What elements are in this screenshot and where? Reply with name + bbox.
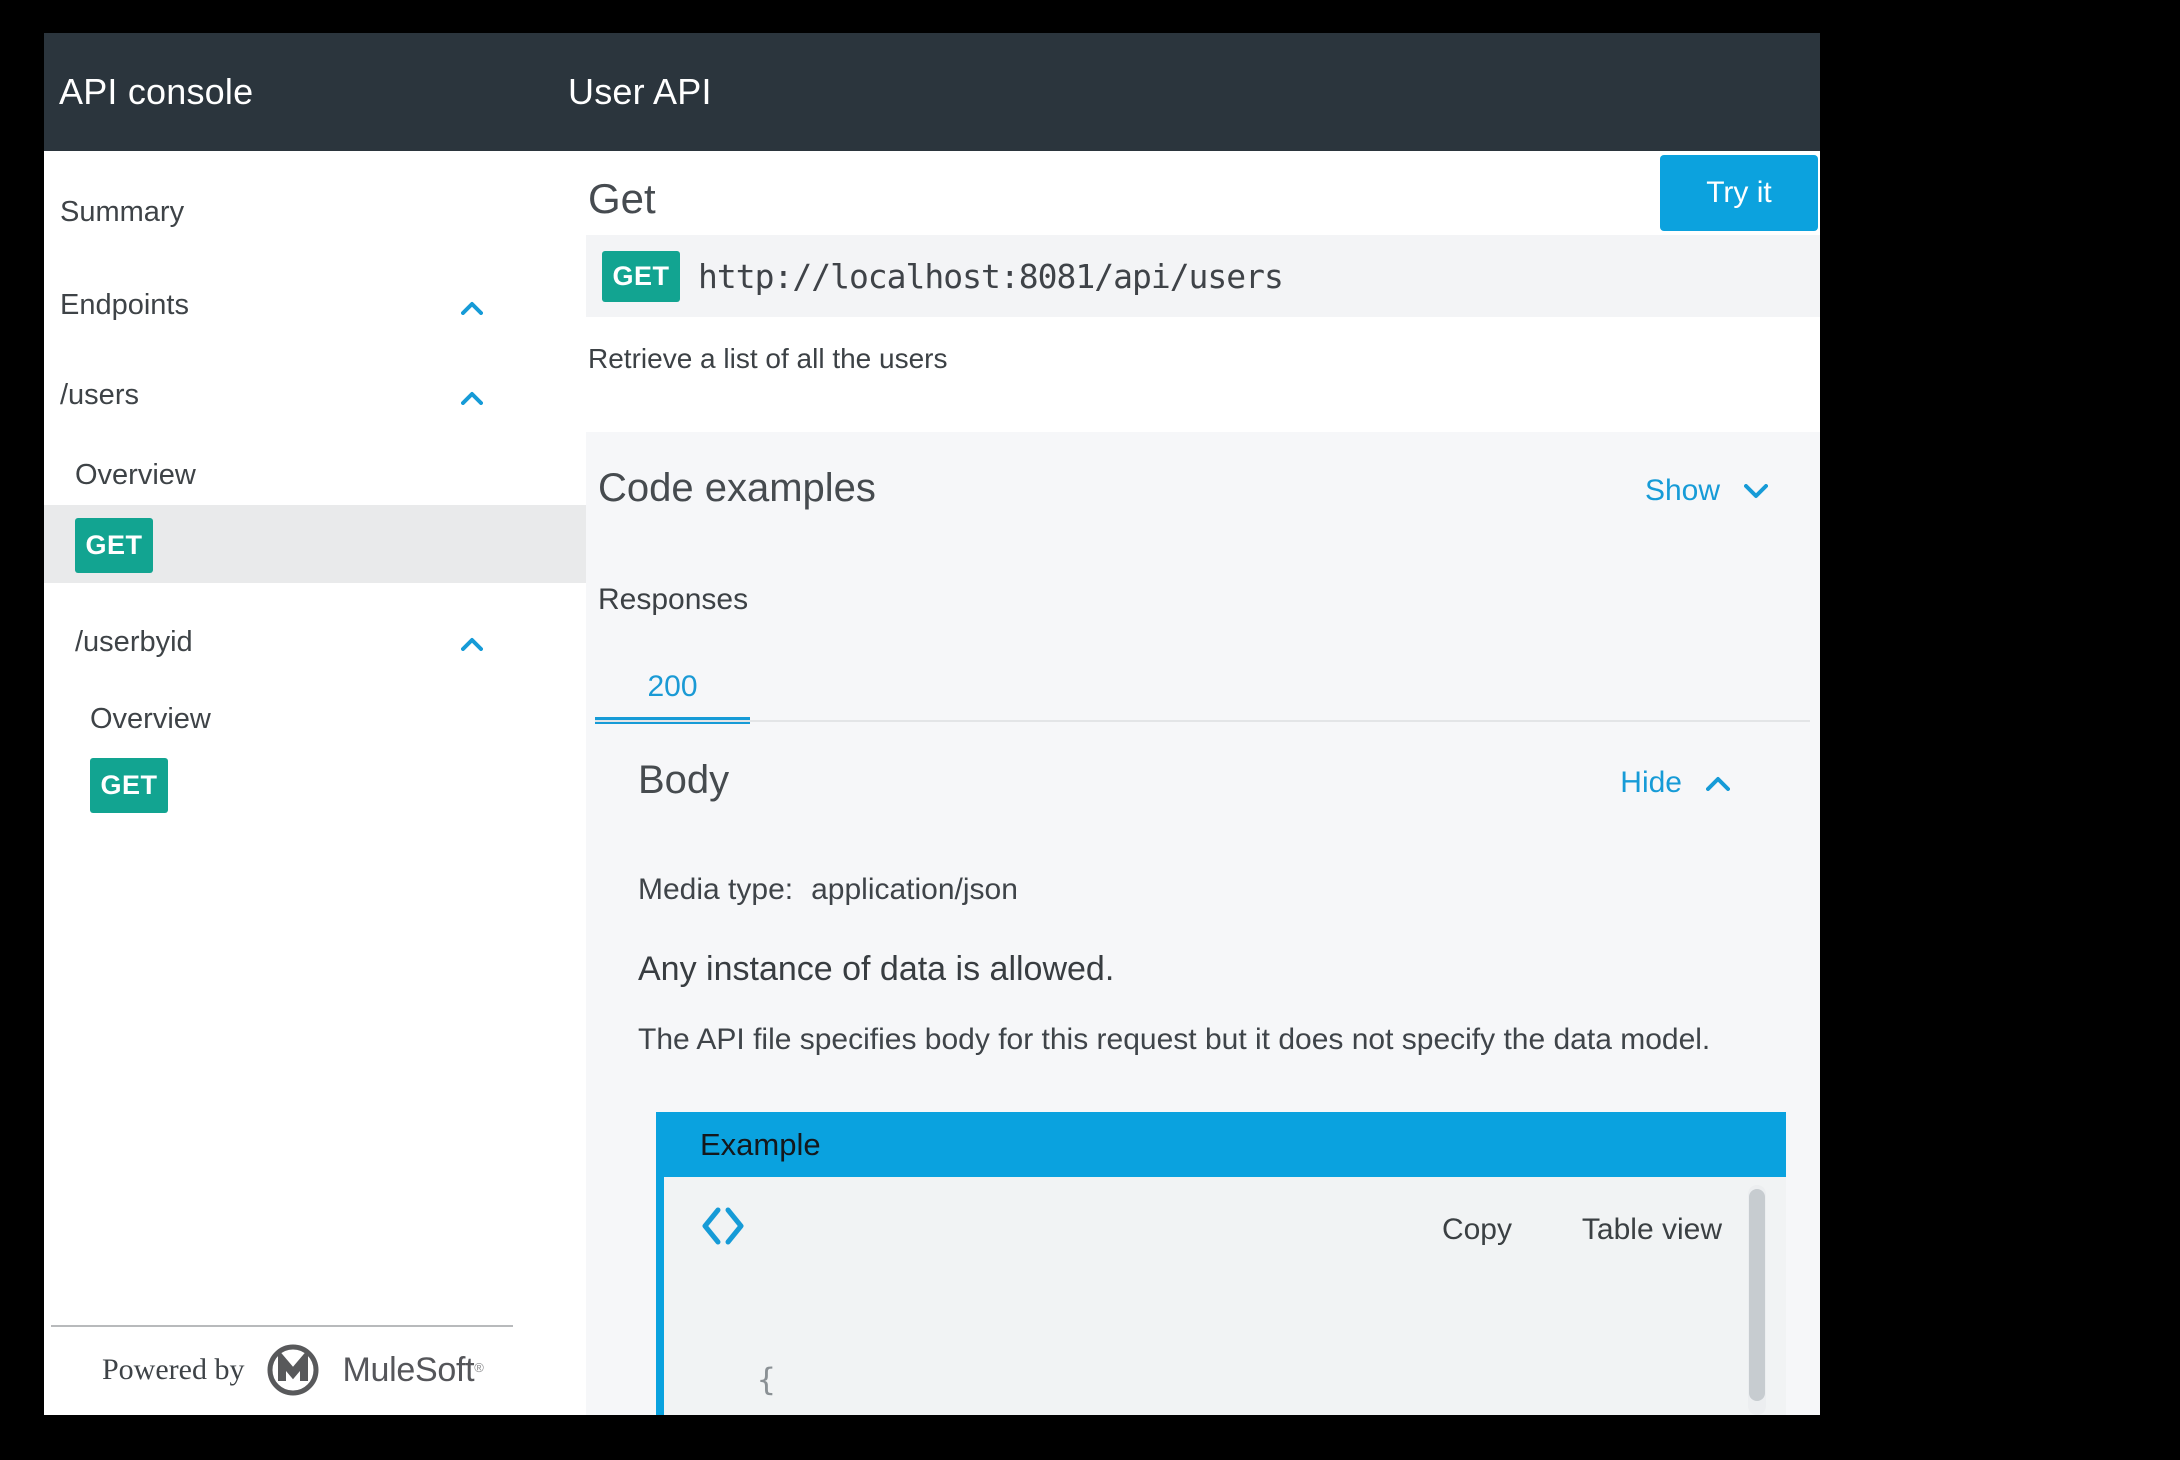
operation-title: Get (588, 175, 656, 222)
table-view-button[interactable]: Table view (1582, 1213, 1722, 1247)
powered-by: Powered by MuleSoft® (102, 1343, 484, 1397)
copy-button[interactable]: Copy (1442, 1213, 1512, 1247)
sidebar-item-userbyid-overview[interactable]: Overview (90, 703, 211, 736)
try-it-button[interactable]: Try it (1660, 155, 1818, 231)
example-code-area: Copy Table view { "id": 1, "name": "Lean… (656, 1177, 1786, 1415)
example-card: Example Copy Table view { "id": 1, (656, 1112, 1786, 1415)
main-panel: Get Try it GET http://localhost:8081/api… (586, 151, 1820, 1415)
body-section-toggle[interactable]: Hide (1620, 766, 1730, 800)
chevron-down-icon (1744, 483, 1768, 498)
media-type-value: application/json (811, 873, 1018, 906)
sidebar-divider (51, 1325, 513, 1327)
example-card-header: Example (656, 1112, 1786, 1177)
body-section-title: Body (638, 758, 730, 802)
sidebar-item-users-overview[interactable]: Overview (75, 459, 196, 492)
sidebar-item-endpoints[interactable]: Endpoints (60, 289, 189, 322)
app-header: API console User API (44, 33, 1820, 151)
sidebar-item-summary[interactable]: Summary (60, 196, 184, 229)
request-url: http://localhost:8081/api/users (698, 256, 1284, 296)
sidebar-item-users[interactable]: /users (60, 379, 139, 412)
sidebar-item-userbyid[interactable]: /userbyid (75, 626, 193, 659)
mulesoft-logo-icon (267, 1344, 319, 1396)
api-console-app: API console User API Summary Endpoints /… (44, 33, 1820, 1415)
toggle-label: Show (1644, 474, 1720, 507)
response-tab-200[interactable]: 200 (595, 656, 750, 717)
mulesoft-brand: MuleSoft® (342, 1350, 484, 1389)
code-examples-title: Code examples (598, 466, 876, 510)
request-method-badge: GET (602, 251, 680, 302)
chevron-up-icon[interactable] (461, 391, 483, 405)
code-examples-toggle[interactable]: Show (1645, 474, 1768, 508)
request-url-bar: GET http://localhost:8081/api/users (586, 235, 1820, 317)
code-view-icon[interactable] (700, 1205, 746, 1247)
responses-title: Responses (598, 583, 749, 616)
json-example: { "id": 1, "name": "Leanne Graham", "use… (664, 1283, 1724, 1415)
json-line: { (757, 1362, 776, 1398)
app-title: API console (59, 71, 254, 112)
sidebar-item-users-get[interactable]: GET (44, 505, 586, 583)
scrollbar-thumb[interactable] (1749, 1189, 1765, 1401)
chevron-up-icon[interactable] (461, 301, 483, 315)
media-type-label: Media type: (638, 873, 794, 906)
data-allowed-note: Any instance of data is allowed. (638, 950, 1115, 988)
chevron-up-icon[interactable] (461, 637, 483, 651)
powered-by-label: Powered by (102, 1353, 245, 1386)
api-title: User API (568, 71, 712, 112)
registered-mark: ® (474, 1359, 484, 1375)
operation-description: Retrieve a list of all the users (588, 343, 948, 374)
sidebar-item-userbyid-get[interactable]: GET (90, 758, 168, 813)
media-type-row: Media type: application/json (638, 873, 1018, 907)
tab-baseline (595, 720, 1810, 722)
data-model-note: The API file specifies body for this req… (638, 1023, 1711, 1056)
sidebar: Summary Endpoints /users Overview GET /u… (44, 151, 586, 1415)
toggle-label: Hide (1620, 766, 1682, 799)
get-method-badge[interactable]: GET (75, 518, 153, 573)
documentation-panel: Code examples Show Responses 200 Body Hi… (586, 432, 1820, 1415)
chevron-up-icon (1706, 776, 1730, 791)
example-title: Example (700, 1127, 821, 1162)
scrollbar[interactable] (1748, 1185, 1766, 1415)
